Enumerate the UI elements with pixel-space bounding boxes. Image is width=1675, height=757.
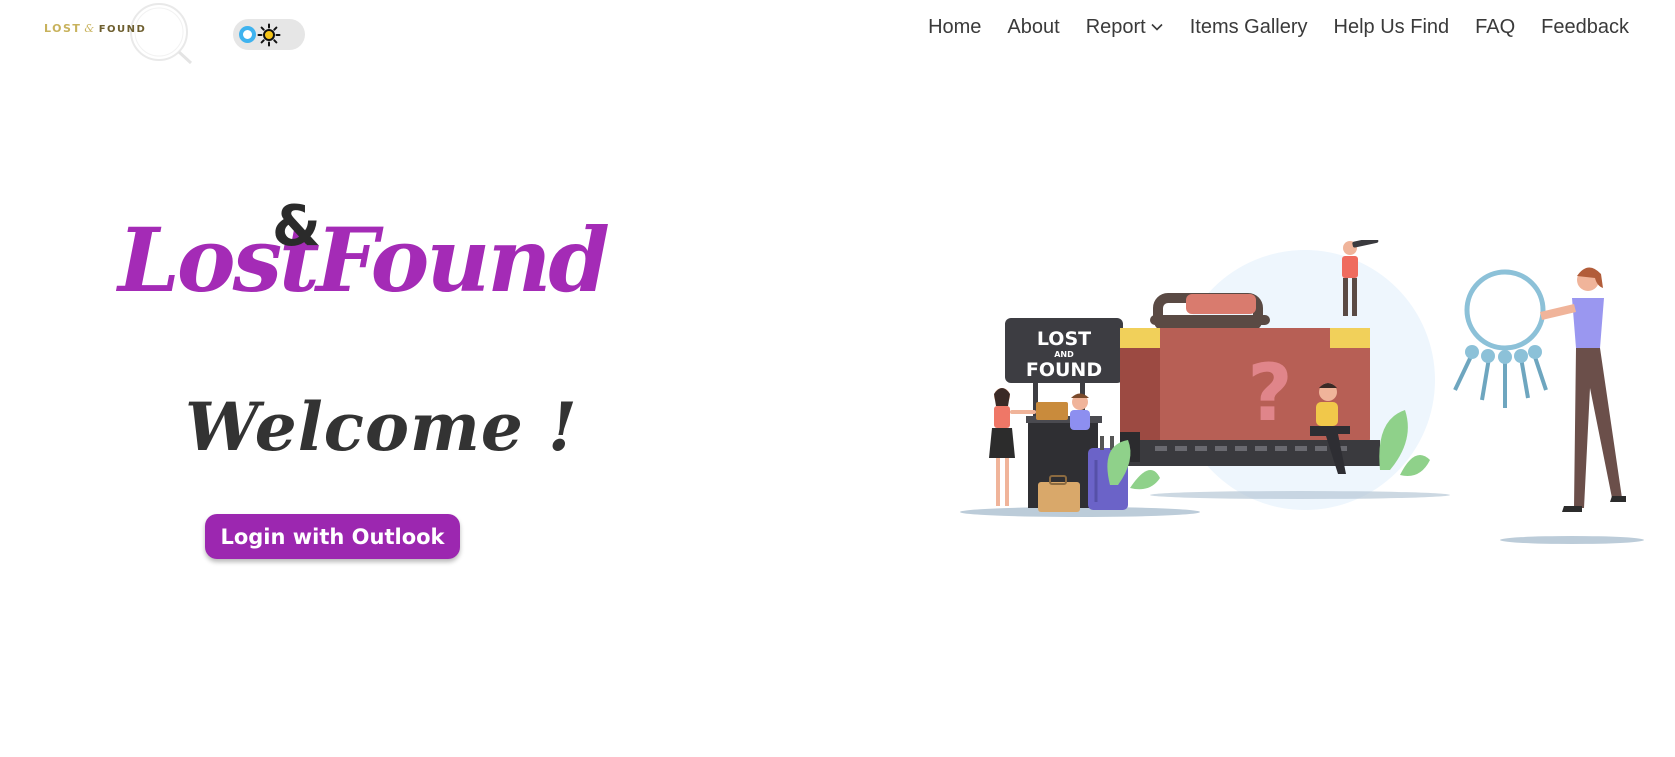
nav-report-dropdown[interactable]: Report bbox=[1073, 14, 1177, 40]
illus-ground-shadow bbox=[1500, 536, 1644, 544]
brand-word-found: Found bbox=[316, 208, 610, 312]
illus-sign-line3: FOUND bbox=[1026, 359, 1102, 381]
logo-word-lost: LOST bbox=[44, 22, 82, 35]
welcome-heading: Welcome ! bbox=[185, 388, 578, 466]
nav-about[interactable]: About bbox=[994, 14, 1072, 40]
chevron-down-icon bbox=[1151, 23, 1163, 31]
illus-ground-shadow bbox=[1150, 491, 1450, 499]
nav-faq[interactable]: FAQ bbox=[1462, 14, 1528, 40]
illus-keys-ring bbox=[1453, 269, 1548, 408]
hero-brand-title: Lost & Found bbox=[118, 194, 610, 318]
brand-ampersand: & bbox=[272, 194, 321, 259]
nav-help-us-find[interactable]: Help Us Find bbox=[1321, 14, 1463, 40]
nav-home[interactable]: Home bbox=[915, 14, 994, 40]
svg-text:?: ? bbox=[1247, 349, 1292, 439]
logo-wordmark: LOST & FOUND bbox=[44, 22, 146, 35]
site-logo[interactable]: LOST & FOUND bbox=[44, 0, 193, 70]
main-nav: Home About Report Items Gallery Help Us … bbox=[915, 14, 1629, 40]
toggle-knob bbox=[239, 26, 256, 43]
illus-sign-line2: AND bbox=[1054, 350, 1074, 359]
sun-icon bbox=[257, 23, 281, 47]
illus-woman-holding-keys bbox=[1540, 267, 1626, 512]
lost-and-found-illustration: LOST AND FOUND ? bbox=[960, 240, 1644, 544]
nav-report-label: Report bbox=[1085, 15, 1146, 38]
login-outlook-button[interactable]: Login with Outlook bbox=[205, 514, 460, 559]
logo-word-found: FOUND bbox=[98, 24, 147, 35]
nav-feedback[interactable]: Feedback bbox=[1528, 14, 1629, 40]
illus-sign-line1: LOST bbox=[1037, 328, 1091, 350]
nav-items-gallery[interactable]: Items Gallery bbox=[1177, 14, 1321, 40]
theme-toggle[interactable] bbox=[233, 19, 305, 50]
logo-ampersand: & bbox=[84, 22, 96, 35]
